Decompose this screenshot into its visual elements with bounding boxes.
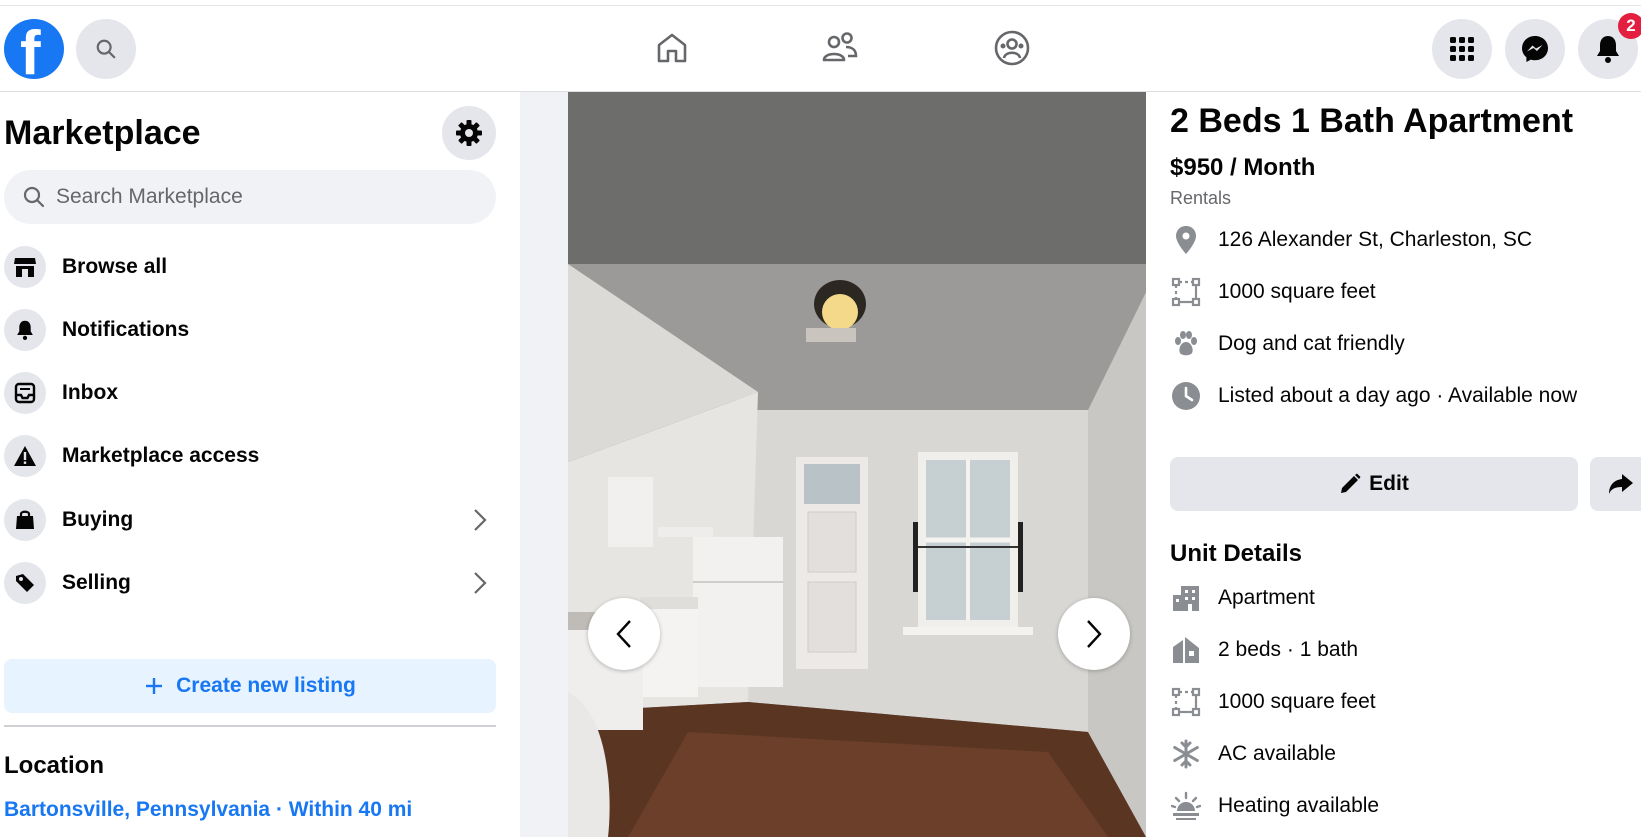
sidebar-item-label: Marketplace access (62, 444, 260, 467)
chevron-right-icon (468, 571, 492, 595)
groups-tab[interactable] (990, 26, 1034, 70)
plus-icon (146, 678, 163, 694)
listing-price: $950 / Month (1170, 154, 1316, 181)
sidebar-item-selling[interactable]: Selling (4, 555, 496, 611)
sidebar-divider (4, 725, 496, 727)
location-pin-icon (1170, 224, 1202, 256)
friends-tab[interactable] (818, 26, 862, 70)
unit-detail-type: Apartment (1170, 578, 1315, 618)
logo-letter: f (20, 19, 41, 80)
inbox-icon (4, 372, 46, 414)
chevron-right-icon (1087, 620, 1102, 648)
unit-detail-text: 1000 square feet (1218, 690, 1376, 713)
groups-icon (994, 30, 1030, 66)
snowflake-icon (1170, 738, 1202, 770)
home-icon (657, 33, 687, 63)
edit-label: Edit (1369, 472, 1409, 495)
price-tag-icon (4, 562, 46, 604)
sidebar-item-notifications[interactable]: Notifications (4, 302, 496, 358)
edit-button[interactable]: Edit (1170, 457, 1578, 511)
chevron-right-icon (468, 508, 492, 532)
chevron-left-icon (616, 620, 631, 648)
fact-area: 1000 square feet (1170, 272, 1376, 312)
heating-icon (1170, 790, 1202, 822)
friends-icon (822, 32, 858, 62)
sidebar-item-label: Notifications (62, 318, 190, 341)
fact-listed: Listed about a day ago · Available now (1170, 376, 1577, 416)
marketplace-search[interactable] (4, 170, 496, 224)
search-icon (96, 39, 116, 59)
fact-text: Listed about a day ago · Available now (1218, 384, 1578, 407)
unit-detail-heating: Heating available (1170, 786, 1379, 826)
building-icon (1170, 582, 1202, 614)
next-photo-button[interactable] (1058, 598, 1130, 670)
unit-detail-ac: AC available (1170, 734, 1336, 774)
location-heading: Location (4, 752, 104, 779)
listing-photo (568, 92, 1146, 837)
sidebar-item-buying[interactable]: Buying (4, 492, 496, 548)
unit-detail-area: 1000 square feet (1170, 682, 1376, 722)
clock-icon (1170, 380, 1202, 412)
sidebar-item-label: Selling (62, 571, 131, 594)
unit-detail-beds-baths: 2 beds · 1 bath (1170, 630, 1358, 670)
page-title: Marketplace (4, 114, 201, 152)
facebook-logo[interactable]: f (4, 19, 64, 79)
fact-text: Dog and cat friendly (1218, 332, 1405, 355)
house-icon (1170, 634, 1202, 666)
paw-icon (1170, 328, 1202, 360)
sidebar-item-browse-all[interactable]: Browse all (4, 239, 496, 295)
unit-detail-text: Heating available (1218, 794, 1380, 817)
search-input[interactable] (56, 185, 476, 209)
menu-button[interactable] (1432, 19, 1492, 79)
area-icon (1170, 686, 1202, 718)
gear-icon (456, 120, 482, 146)
share-icon (1609, 474, 1633, 494)
marketplace-sidebar: Marketplace Browse all Notifications Inb… (0, 92, 520, 837)
sidebar-item-label: Browse all (62, 255, 168, 278)
settings-button[interactable] (442, 106, 496, 160)
storefront-icon (4, 246, 46, 288)
bell-icon (4, 309, 46, 351)
listing-title: 2 Beds 1 Bath Apartment (1170, 102, 1574, 140)
listing-category[interactable]: Rentals (1170, 188, 1231, 209)
fact-pets: Dog and cat friendly (1170, 324, 1405, 364)
grid-menu-icon (1450, 37, 1474, 61)
create-listing-button[interactable]: Create new listing (4, 659, 496, 713)
top-navigation-bar: f 2 (0, 6, 1641, 92)
sidebar-item-label: Buying (62, 508, 134, 531)
photo-gutter (520, 92, 568, 837)
notifications-badge: 2 (1618, 13, 1641, 39)
fact-text: 1000 square feet (1218, 280, 1376, 303)
pencil-icon (1341, 473, 1361, 493)
sidebar-item-label: Inbox (62, 381, 118, 404)
messenger-button[interactable] (1505, 19, 1565, 79)
search-icon (23, 186, 45, 208)
sidebar-item-inbox[interactable]: Inbox (4, 365, 496, 421)
fact-text: 126 Alexander St, Charleston, SC (1218, 228, 1533, 251)
shopping-bag-icon (4, 499, 46, 541)
share-button[interactable] (1590, 457, 1641, 511)
home-tab[interactable] (650, 26, 694, 70)
sidebar-item-marketplace-access[interactable]: Marketplace access (4, 428, 496, 484)
listing-details-panel: 2 Beds 1 Bath Apartment $950 / Month Ren… (1146, 92, 1641, 837)
unit-detail-text: AC available (1218, 742, 1336, 765)
previous-photo-button[interactable] (588, 598, 660, 670)
bell-icon (1597, 36, 1619, 63)
unit-detail-text: Apartment (1218, 586, 1315, 609)
header-search-button[interactable] (76, 19, 136, 79)
unit-detail-text: 2 beds · 1 bath (1218, 638, 1359, 661)
warning-icon (4, 435, 46, 477)
create-listing-label: Create new listing (176, 674, 356, 697)
notifications-button[interactable]: 2 (1578, 13, 1641, 79)
fact-address: 126 Alexander St, Charleston, SC (1170, 220, 1532, 260)
messenger-icon (1522, 36, 1548, 62)
area-icon (1170, 276, 1202, 308)
location-link[interactable]: Bartonsville, Pennsylvania · Within 40 m… (4, 798, 412, 822)
unit-details-heading: Unit Details (1170, 540, 1303, 567)
